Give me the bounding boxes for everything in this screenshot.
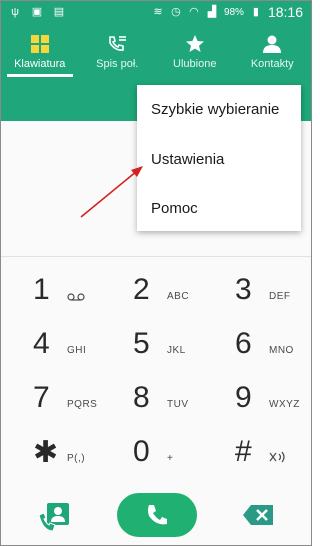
action-bar [1, 477, 311, 545]
key-digit: 0 [133, 435, 150, 468]
add-contact-button[interactable] [37, 501, 71, 533]
keypad-row: ✱ P(,) 0 + # [1, 427, 311, 477]
key-1[interactable]: 1 [5, 265, 105, 315]
key-0[interactable]: 0 + [105, 427, 205, 477]
key-letters: MNO [269, 345, 294, 356]
key-3[interactable]: 3 DEF [207, 265, 307, 315]
keypad-row: 1 2 ABC 3 DEF [1, 265, 311, 315]
tab-bar: Klawiatura Spis poł. Ulubione Kontakty [1, 27, 311, 77]
key-letters: WXYZ [269, 399, 300, 410]
key-letters: DEF [269, 291, 291, 302]
tab-label: Klawiatura [14, 58, 66, 70]
tab-call-log[interactable]: Spis poł. [79, 27, 157, 77]
voicemail-icon [67, 293, 85, 301]
key-8[interactable]: 8 TUV [105, 373, 205, 423]
key-letters: JKL [167, 345, 186, 356]
tab-label: Kontakty [250, 58, 294, 70]
status-right: ≋ ◷ ◠ ▟ 98% ▮ 18:16 [152, 4, 303, 20]
tab-label: Spis poł. [96, 58, 139, 70]
status-bar: ψ ▣ ▤ ≋ ◷ ◠ ▟ 98% ▮ 18:16 [1, 1, 311, 27]
key-digit: # [235, 435, 252, 468]
key-digit: ✱ [33, 436, 59, 469]
call-log-icon [109, 36, 127, 51]
key-letters: TUV [167, 399, 189, 410]
document-icon: ▤ [53, 6, 65, 18]
keypad: 1 2 ABC 3 DEF 4 GHI 5 JKL 6 MNO 7 PQRS 8… [1, 257, 311, 477]
backspace-icon [243, 505, 273, 525]
tab-label: Ulubione [173, 58, 217, 70]
key-digit: 8 [133, 381, 150, 414]
keypad-row: 4 GHI 5 JKL 6 MNO [1, 319, 311, 369]
key-5[interactable]: 5 JKL [105, 319, 205, 369]
key-digit: 2 [133, 273, 150, 306]
key-7[interactable]: 7 PQRS [5, 373, 105, 423]
backspace-button[interactable] [241, 503, 275, 527]
key-letters: P(,) [67, 453, 86, 464]
call-button[interactable] [117, 493, 197, 537]
menu-item-speed-dial[interactable]: Szybkie wybieranie [151, 101, 279, 118]
key-digit: 7 [33, 381, 50, 414]
alarm-icon: ◷ [171, 6, 181, 18]
add-contact-icon [38, 503, 69, 532]
key-letters: ABC [167, 291, 190, 302]
key-hash[interactable]: # [207, 427, 307, 477]
key-letters: + [167, 453, 174, 464]
key-digit: 6 [235, 327, 252, 360]
key-star[interactable]: ✱ P(,) [5, 427, 105, 477]
annotation-arrow [80, 166, 143, 218]
signal-icon: ▟ [207, 6, 217, 18]
keypad-row: 7 PQRS 8 TUV 9 WXYZ [1, 373, 311, 423]
mute-icon: ≋ [153, 6, 163, 18]
wifi-icon: ◠ [189, 6, 199, 18]
tab-keypad[interactable]: Klawiatura [1, 27, 79, 77]
keypad-icon [30, 35, 49, 53]
key-digit: 5 [133, 327, 150, 360]
battery-percent: 98% [223, 6, 244, 18]
tab-favorites[interactable]: Ulubione [156, 27, 234, 77]
menu-item-settings[interactable]: Ustawienia [151, 151, 224, 168]
star-icon [185, 35, 204, 52]
key-4[interactable]: 4 GHI [5, 319, 105, 369]
clock: 18:16 [267, 4, 303, 20]
key-9[interactable]: 9 WXYZ [207, 373, 307, 423]
status-left: ψ ▣ ▤ [9, 6, 65, 18]
key-digit: 3 [235, 273, 252, 306]
battery-icon: ▮ [252, 6, 259, 18]
usb-icon: ψ [11, 6, 19, 18]
key-digit: 4 [33, 327, 50, 360]
key-2[interactable]: 2 ABC [105, 265, 205, 315]
dialer-screen: ψ ▣ ▤ ≋ ◷ ◠ ▟ 98% ▮ 18:16 Klawiatura Spi… [0, 0, 312, 546]
menu-item-help[interactable]: Pomoc [151, 200, 198, 217]
phone-icon [148, 505, 167, 525]
key-6[interactable]: 6 MNO [207, 319, 307, 369]
mute-icon [269, 451, 285, 463]
key-letters: GHI [67, 345, 87, 356]
key-digit: 1 [33, 273, 50, 306]
key-letters: PQRS [67, 399, 98, 410]
overflow-menu: Szybkie wybieranie Ustawienia Pomoc [137, 85, 301, 231]
tab-contacts[interactable]: Kontakty [234, 27, 312, 77]
image-icon: ▣ [31, 6, 43, 18]
person-icon [263, 35, 282, 53]
key-digit: 9 [235, 381, 252, 414]
